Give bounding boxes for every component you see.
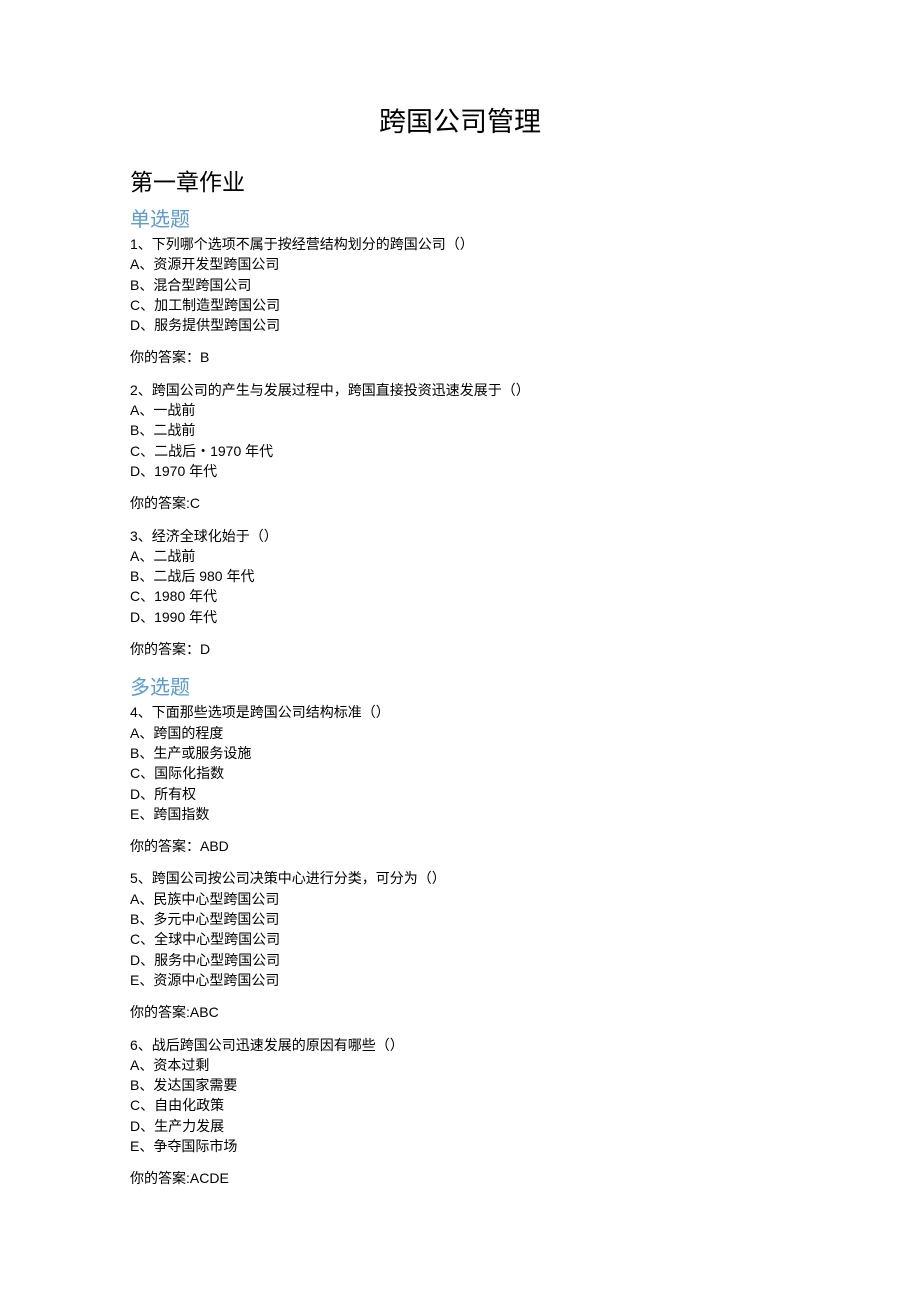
option-c: C、全球中心型跨国公司 <box>130 929 790 949</box>
option-d: D、生产力发展 <box>130 1116 790 1136</box>
option-d: D、所有权 <box>130 784 790 804</box>
question-text: 2、跨国公司的产生与发展过程中，跨国直接投资迅速发展于（） <box>130 380 790 400</box>
question-6: 6、战后跨国公司迅速发展的原因有哪些（） A、资本过剩 B、发达国家需要 C、自… <box>130 1035 790 1157</box>
answer-3: 你的答案：D <box>130 639 790 659</box>
section-heading-multi-choice: 多选题 <box>130 671 790 700</box>
option-c: C、二战后・1970 年代 <box>130 441 790 461</box>
option-a: A、资本过剩 <box>130 1055 790 1075</box>
answer-4: 你的答案：ABD <box>130 836 790 856</box>
question-text: 5、跨国公司按公司决策中心进行分类，可分为（） <box>130 868 790 888</box>
option-a: A、二战前 <box>130 546 790 566</box>
question-1: 1、下列哪个选项不属于按经营结构划分的跨国公司（） A、资源开发型跨国公司 B、… <box>130 234 790 335</box>
chapter-heading: 第一章作业 <box>130 163 790 197</box>
option-d: D、服务中心型跨国公司 <box>130 950 790 970</box>
option-a: A、民族中心型跨国公司 <box>130 889 790 909</box>
answer-1: 你的答案：B <box>130 347 790 367</box>
section-heading-single-choice: 单选题 <box>130 203 790 232</box>
document-page: 跨国公司管理 第一章作业 单选题 1、下列哪个选项不属于按经营结构划分的跨国公司… <box>0 0 920 1261</box>
option-b: B、二战后 980 年代 <box>130 566 790 586</box>
option-b: B、混合型跨国公司 <box>130 275 790 295</box>
option-a: A、一战前 <box>130 400 790 420</box>
option-d: D、服务提供型跨国公司 <box>130 315 790 335</box>
answer-2: 你的答案:C <box>130 493 790 513</box>
option-b: B、二战前 <box>130 420 790 440</box>
question-text: 6、战后跨国公司迅速发展的原因有哪些（） <box>130 1035 790 1055</box>
document-title: 跨国公司管理 <box>130 100 790 139</box>
question-5: 5、跨国公司按公司决策中心进行分类，可分为（） A、民族中心型跨国公司 B、多元… <box>130 868 790 990</box>
answer-6: 你的答案:ACDE <box>130 1168 790 1188</box>
option-e: E、跨国指数 <box>130 804 790 824</box>
option-b: B、生产或服务设施 <box>130 743 790 763</box>
option-c: C、加工制造型跨国公司 <box>130 295 790 315</box>
option-c: C、1980 年代 <box>130 586 790 606</box>
option-b: B、多元中心型跨国公司 <box>130 909 790 929</box>
option-b: B、发达国家需要 <box>130 1075 790 1095</box>
question-3: 3、经济全球化始于（） A、二战前 B、二战后 980 年代 C、1980 年代… <box>130 526 790 627</box>
option-e: E、争夺国际市场 <box>130 1136 790 1156</box>
option-c: C、自由化政策 <box>130 1095 790 1115</box>
option-a: A、跨国的程度 <box>130 723 790 743</box>
option-d: D、1970 年代 <box>130 461 790 481</box>
question-2: 2、跨国公司的产生与发展过程中，跨国直接投资迅速发展于（） A、一战前 B、二战… <box>130 380 790 481</box>
answer-5: 你的答案:ABC <box>130 1002 790 1022</box>
question-text: 3、经济全球化始于（） <box>130 526 790 546</box>
option-a: A、资源开发型跨国公司 <box>130 254 790 274</box>
question-4: 4、下面那些选项是跨国公司结构标准（） A、跨国的程度 B、生产或服务设施 C、… <box>130 702 790 824</box>
option-c: C、国际化指数 <box>130 763 790 783</box>
question-text: 4、下面那些选项是跨国公司结构标准（） <box>130 702 790 722</box>
option-d: D、1990 年代 <box>130 607 790 627</box>
option-e: E、资源中心型跨国公司 <box>130 970 790 990</box>
question-text: 1、下列哪个选项不属于按经营结构划分的跨国公司（） <box>130 234 790 254</box>
